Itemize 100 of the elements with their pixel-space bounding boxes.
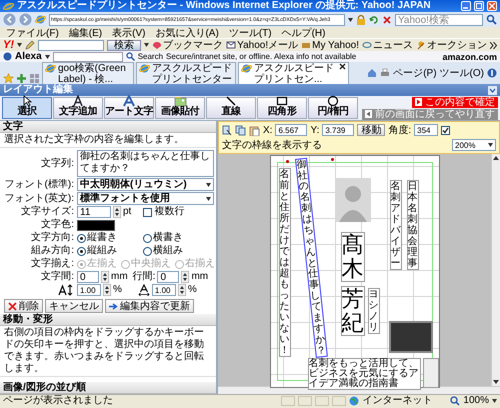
tool-button[interactable]: 円/楕円 [308, 97, 358, 119]
chevron-icon[interactable] [490, 42, 497, 48]
angle-field[interactable]: 354 [414, 124, 438, 136]
zoom-icon[interactable] [450, 396, 460, 406]
toolbar-link[interactable]: オークション [416, 39, 487, 51]
size-field[interactable]: 11 [77, 206, 111, 218]
radio-label: 中央揃え [131, 258, 171, 270]
search-icon[interactable] [486, 14, 497, 25]
close-button[interactable] [487, 1, 497, 11]
toolbar-link[interactable]: Yahoo!メール [226, 39, 298, 51]
tool-button[interactable]: 四角形 [257, 97, 307, 119]
spacing-field[interactable]: 0 [157, 271, 180, 283]
page-icon [35, 14, 46, 25]
scale-field[interactable]: 1.00 [77, 284, 101, 296]
home-icon[interactable] [367, 68, 378, 78]
favorites-star-icon[interactable] [3, 73, 14, 84]
section-header: 文字 [0, 121, 216, 133]
card-text[interactable]: 日本名刺協会理事 [406, 180, 418, 270]
radio-button[interactable] [143, 246, 152, 256]
toolbar-link[interactable]: My Yahoo! [301, 40, 359, 50]
checkbox[interactable] [143, 208, 152, 216]
action-button[interactable]: 削除 [4, 299, 43, 313]
add-favorite-icon[interactable] [16, 73, 27, 84]
refresh-icon[interactable] [369, 14, 379, 24]
command-menu[interactable]: ツール(O) [440, 66, 484, 80]
image-placeholder[interactable] [388, 321, 432, 353]
spinner-icon[interactable] [113, 206, 121, 218]
zoom-select[interactable]: 200% [452, 139, 496, 151]
toolbar-link[interactable]: ニュース [362, 39, 413, 51]
text-area[interactable]: 御社の名刺はちゃんと仕事してますか？ [77, 150, 214, 177]
tool-button[interactable]: 選択 [2, 97, 52, 119]
collapse-icon[interactable] [488, 86, 497, 94]
card-text[interactable]: 名刺をもっと活用して、ビジネスを元気にするアイデア満載の指南書 [308, 358, 420, 390]
scale-field[interactable]: 1.00 [152, 284, 176, 296]
confirm-button[interactable]: この内容で確定 [412, 96, 498, 108]
card-text[interactable]: 名刺アドバイザー [390, 180, 402, 270]
menu-item[interactable]: 表示(V) [112, 27, 146, 38]
spacing-field[interactable]: 0 [77, 271, 99, 283]
tool-button[interactable]: 画像貼付 [155, 97, 205, 119]
card-text[interactable]: 髙木 [340, 232, 364, 282]
help-icon[interactable] [487, 68, 497, 78]
minimize-button[interactable] [461, 1, 471, 11]
rotation-handle[interactable] [286, 160, 288, 163]
toolbar-search-field[interactable] [38, 40, 104, 50]
toolbar-search-field[interactable] [52, 52, 123, 62]
menu-item[interactable]: 編集(E) [68, 27, 102, 38]
move-button[interactable]: 移動 [357, 124, 386, 136]
copy-icon[interactable] [235, 124, 246, 136]
maximize-button[interactable] [474, 1, 484, 11]
spinner-icon[interactable] [103, 284, 111, 296]
page-icon [45, 63, 56, 74]
toolbar-logo[interactable]: Alexa [15, 51, 42, 62]
card-text[interactable]: ヨシノリ [368, 288, 380, 334]
toolbar-logo[interactable]: Y! [3, 39, 14, 51]
card-text[interactable]: 芳紀 [340, 286, 364, 336]
cut-icon[interactable] [222, 124, 232, 136]
lock-icon[interactable] [356, 14, 366, 25]
zoom-level[interactable]: 100% [463, 395, 489, 406]
checkbox[interactable] [441, 126, 450, 134]
radio-button[interactable] [77, 246, 86, 256]
y-field[interactable]: 3.739 [322, 124, 354, 136]
image-placeholder[interactable] [422, 358, 438, 388]
radio-button[interactable] [143, 234, 152, 242]
close-icon[interactable] [339, 63, 346, 70]
menu-item[interactable]: お気に入り(A) [155, 27, 219, 38]
print-icon[interactable] [380, 68, 390, 78]
command-menu[interactable]: ページ(P) [393, 66, 437, 80]
spinner-icon[interactable] [101, 271, 109, 283]
tool-button[interactable]: アート文字 [104, 97, 154, 119]
action-button[interactable]: キャンセル [45, 299, 103, 313]
rotation-handle[interactable] [330, 158, 334, 161]
spinner-icon[interactable] [178, 284, 186, 296]
close-icon [489, 3, 495, 9]
menu-item[interactable]: ヘルプ(H) [282, 27, 326, 38]
card-text[interactable]: 御社の名刺はちゃんと仕事してますか？ [294, 158, 328, 358]
font-select[interactable]: 標準フォントを使用 [77, 192, 214, 205]
stop-icon[interactable] [382, 14, 392, 24]
action-button[interactable]: 編集内容で更新 [105, 299, 194, 313]
card-text[interactable]: 名前と住所だけでは超もったいない！ [278, 168, 290, 357]
menu-item[interactable]: ツール(T) [228, 27, 272, 38]
tool-button[interactable]: 直線 [206, 97, 256, 119]
x-field[interactable]: 6.567 [275, 124, 308, 136]
tool-button[interactable]: 文字追加 [53, 97, 103, 119]
spinner-icon[interactable] [181, 271, 190, 283]
search-button[interactable]: 検索 [107, 40, 142, 50]
forward-icon[interactable] [19, 13, 32, 26]
partner-link[interactable]: amazon.com [442, 52, 497, 62]
toolbar-link[interactable]: ブックマーク [152, 39, 224, 51]
scrollbar[interactable] [491, 154, 500, 386]
search-button[interactable]: Search [138, 52, 164, 61]
color-swatch[interactable] [77, 220, 115, 230]
radio-button[interactable] [77, 234, 86, 242]
browser-tab[interactable]: goo検索(Green Label) - 検... [42, 62, 134, 84]
font-select[interactable]: 中太明朝体(リュウミン) [77, 178, 214, 191]
browser-tab[interactable]: アスクルスピードプリントセン... [238, 62, 349, 84]
back-icon[interactable] [3, 13, 16, 26]
menu-item[interactable]: ファイル(F) [6, 27, 59, 38]
search-field[interactable]: Yahoo!検索 [395, 14, 483, 26]
paste-icon[interactable] [249, 124, 260, 136]
browser-tab[interactable]: アスクルスピードプリントセンター [136, 62, 236, 84]
